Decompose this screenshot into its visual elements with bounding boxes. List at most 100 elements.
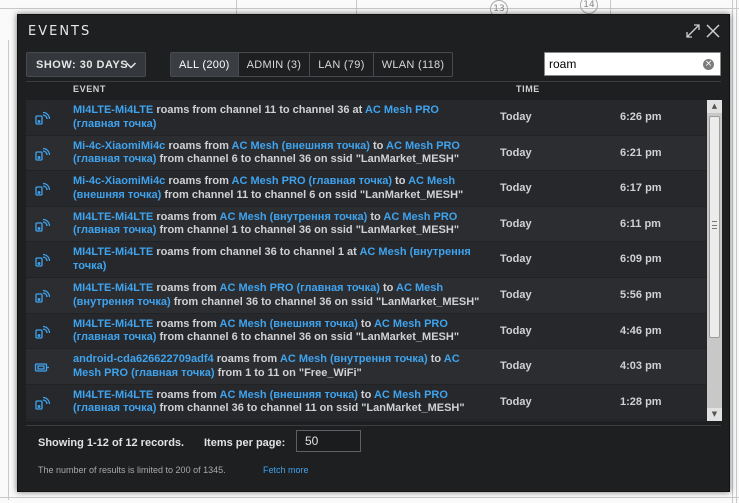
- expand-arrows-icon[interactable]: [684, 22, 702, 40]
- client-link[interactable]: MI4LTE-Mi4LTE: [73, 246, 153, 258]
- device-link[interactable]: AC Mesh PRO (главная точка): [220, 282, 380, 294]
- client-link[interactable]: Mi-4c-XiaomiMi4c: [73, 140, 165, 152]
- column-header-event[interactable]: EVENT: [73, 84, 106, 94]
- event-day: Today: [500, 360, 532, 373]
- show-period-dropdown[interactable]: SHOW: 30 DAYS: [26, 52, 146, 77]
- device-link[interactable]: AC Mesh (внешняя точка): [220, 389, 358, 401]
- event-row[interactable]: MI4LTE-Mi4LTE roams from AC Mesh (внешня…: [26, 385, 706, 421]
- event-row[interactable]: MI4LTE-Mi4LTE roams from AC Mesh (внешня…: [26, 314, 706, 350]
- event-text: from channel 6 to channel 36 on ssid "La…: [156, 331, 460, 344]
- event-text: roams from channel 11 to channel 36 at: [153, 104, 365, 116]
- wifi-client-icon: [34, 146, 50, 162]
- event-row[interactable]: MI4LTE-Mi4LTE roams from AC Mesh PRO (гл…: [26, 278, 706, 314]
- scroll-up-arrow-icon[interactable]: ▲: [707, 100, 722, 113]
- event-text: to: [379, 282, 397, 294]
- event-text: roams from: [153, 282, 220, 294]
- device-link[interactable]: AC Mesh (внешняя точка): [220, 318, 358, 330]
- event-message: Mi-4c-XiaomiMi4c roams from AC Mesh (вне…: [73, 140, 483, 167]
- event-row[interactable]: MI4LTE-Mi4LTE roams from channel 36 to c…: [26, 242, 706, 278]
- floorplan-marker: 14: [580, 0, 598, 14]
- table-header: EVENT TIME: [26, 81, 721, 97]
- event-day: Today: [500, 253, 532, 266]
- results-limit-text: The number of results is limited to 200 …: [38, 465, 226, 475]
- event-message: MI4LTE-Mi4LTE roams from AC Mesh (внешня…: [73, 389, 483, 416]
- event-text: from channel 36 to channel 36 on ssid "L…: [170, 295, 480, 308]
- events-panel: EVENTS SHOW: 30 DAYS ALL (200) ADMIN (3)…: [17, 14, 730, 492]
- event-row[interactable]: android-cda626622709adf4 roams from AC M…: [26, 349, 706, 385]
- vertical-scrollbar[interactable]: ▲ ▼: [707, 100, 722, 421]
- event-row[interactable]: MI4LTE-Mi4LTE roams from AC Mesh (внутре…: [26, 206, 706, 243]
- event-text: to: [427, 353, 444, 366]
- event-text: from channel 36 to channel 11 on ssid "L…: [156, 402, 465, 415]
- client-link[interactable]: MI4LTE-Mi4LTE: [73, 389, 153, 401]
- event-message: MI4LTE-Mi4LTE roams from AC Mesh (внешня…: [73, 318, 483, 345]
- fetch-more-link[interactable]: Fetch more: [263, 465, 309, 475]
- filter-toolbar: SHOW: 30 DAYS ALL (200) ADMIN (3) LAN (7…: [26, 52, 721, 78]
- event-text: to: [369, 139, 387, 152]
- client-link[interactable]: android-cda626622709adf4: [73, 353, 214, 365]
- tab-wlan[interactable]: WLAN (118): [374, 53, 453, 76]
- chevron-down-icon: [125, 59, 137, 71]
- device-link[interactable]: AC Mesh (внутрення точка): [280, 353, 428, 365]
- items-per-page-input[interactable]: [296, 430, 361, 452]
- column-header-time[interactable]: TIME: [516, 84, 540, 94]
- event-row[interactable]: Mi-4c-XiaomiMi4c roams from AC Mesh PRO …: [26, 171, 706, 207]
- search-box: ×: [544, 52, 721, 76]
- event-time: 6:21 pm: [620, 146, 662, 159]
- event-text: from channel 11 to channel 6 on ssid "La…: [161, 188, 464, 201]
- event-time: 6:09 pm: [620, 253, 662, 266]
- client-link[interactable]: MI4LTE-Mi4LTE: [73, 282, 153, 294]
- items-per-page-label: Items per page:: [204, 437, 286, 449]
- event-message: MI4LTE-Mi4LTE roams from AC Mesh PRO (гл…: [73, 282, 483, 309]
- tab-all[interactable]: ALL (200): [171, 53, 239, 76]
- event-text: from channel 6 to channel 36 on ssid "La…: [156, 153, 460, 166]
- event-row[interactable]: MI4LTE-Mi4LTE roams from channel 11 to c…: [26, 100, 706, 136]
- device-link[interactable]: AC Mesh (внутрення точка): [220, 211, 368, 223]
- event-day: Today: [500, 111, 532, 123]
- event-text: roams from: [153, 388, 220, 401]
- event-text: to: [392, 175, 409, 188]
- panel-title: EVENTS: [28, 24, 92, 39]
- event-list: MI4LTE-Mi4LTE roams from channel 11 to c…: [26, 100, 722, 421]
- event-message: android-cda626622709adf4 roams from AC M…: [73, 353, 483, 380]
- event-time: 4:03 pm: [620, 360, 662, 373]
- wifi-client-icon: [34, 395, 50, 411]
- event-message: MI4LTE-Mi4LTE roams from channel 36 to c…: [73, 246, 483, 273]
- event-day: Today: [500, 217, 532, 230]
- event-message: MI4LTE-Mi4LTE roams from channel 11 to c…: [73, 104, 483, 131]
- event-message: MI4LTE-Mi4LTE roams from AC Mesh (внутре…: [73, 211, 483, 238]
- event-day: Today: [500, 146, 532, 159]
- scroll-down-arrow-icon[interactable]: ▼: [707, 408, 722, 421]
- wifi-client-icon: [34, 110, 50, 126]
- wired-device-icon: [34, 359, 50, 375]
- clear-search-icon[interactable]: ×: [703, 59, 714, 70]
- wifi-client-icon: [34, 324, 50, 340]
- tab-lan[interactable]: LAN (79): [310, 53, 374, 76]
- event-text: from 1 to 11 on "Free_WiFi": [214, 366, 362, 379]
- event-text: to: [357, 317, 374, 330]
- device-link[interactable]: AC Mesh (внешняя точка): [232, 140, 370, 152]
- client-link[interactable]: MI4LTE-Mi4LTE: [73, 318, 153, 330]
- wifi-client-icon: [34, 252, 50, 268]
- event-text: roams from: [165, 175, 232, 188]
- close-icon[interactable]: [704, 22, 722, 40]
- event-row[interactable]: Mi-4c-XiaomiMi4c roams from AC Mesh (вне…: [26, 135, 706, 172]
- device-link[interactable]: AC Mesh PRO (главная точка): [232, 175, 392, 187]
- event-time: 6:26 pm: [620, 111, 662, 123]
- category-tabs: ALL (200) ADMIN (3) LAN (79) WLAN (118): [170, 52, 454, 77]
- event-time: 1:28 pm: [620, 395, 662, 408]
- event-day: Today: [500, 395, 532, 408]
- client-link[interactable]: MI4LTE-Mi4LTE: [73, 104, 153, 116]
- event-text: roams from: [153, 210, 220, 223]
- scrollbar-thumb[interactable]: [709, 116, 720, 338]
- client-link[interactable]: MI4LTE-Mi4LTE: [73, 211, 153, 223]
- event-time: 6:17 pm: [620, 182, 662, 195]
- wifi-client-icon: [34, 217, 50, 233]
- search-input[interactable]: [549, 56, 699, 72]
- tab-admin[interactable]: ADMIN (3): [239, 53, 311, 76]
- event-day: Today: [500, 324, 532, 337]
- wifi-client-icon: [34, 288, 50, 304]
- event-day: Today: [500, 289, 532, 301]
- event-text: roams from: [153, 317, 220, 330]
- client-link[interactable]: Mi-4c-XiaomiMi4c: [73, 175, 165, 187]
